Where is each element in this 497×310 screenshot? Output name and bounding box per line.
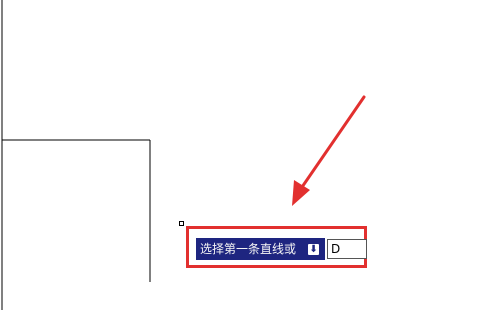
prompt-label-text: 选择第一条直线或	[200, 242, 297, 256]
drawing-canvas[interactable]: 选择第一条直线或 ⬇	[0, 0, 497, 310]
command-input[interactable]	[327, 239, 368, 259]
dynamic-input-prompt: 选择第一条直线或 ⬇	[196, 238, 368, 260]
cursor-pickbox	[179, 221, 184, 226]
prompt-label-box[interactable]: 选择第一条直线或 ⬇	[196, 238, 326, 260]
annotation-arrow-icon	[292, 95, 366, 206]
dropdown-arrow-icon[interactable]: ⬇	[308, 243, 320, 255]
